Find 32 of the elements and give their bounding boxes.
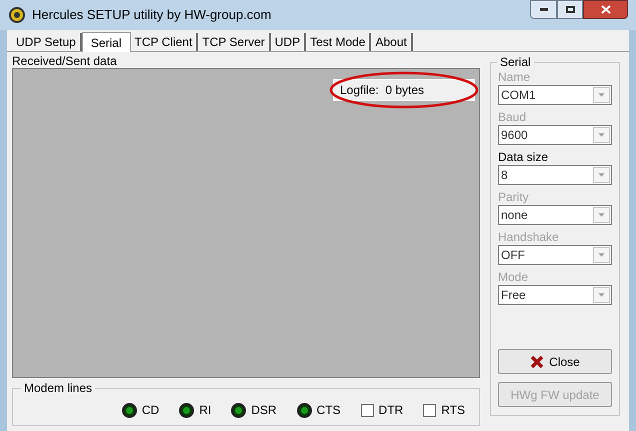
field-label: Parity — [498, 189, 530, 205]
field-label: Mode — [498, 269, 530, 285]
field-label: Handshake — [498, 229, 560, 245]
led-indicator-icon — [179, 402, 194, 418]
line-label: DTR — [378, 402, 404, 419]
minimize-button[interactable] — [530, 0, 557, 19]
x-icon — [530, 354, 544, 368]
line-label: CD — [142, 402, 160, 419]
tab[interactable]: Serial — [82, 32, 130, 52]
field-label: Baud — [498, 109, 528, 125]
dropdown[interactable]: 8 — [498, 165, 612, 185]
hercules-logo-icon — [8, 6, 26, 24]
group-label: Serial — [497, 55, 534, 69]
panel-label: Received/Sent data — [12, 54, 118, 68]
line-label: DSR — [251, 402, 277, 419]
window-title: Hercules SETUP utility by HW-group.com — [32, 6, 272, 24]
logfile-label: Logfile: 0 bytes — [333, 79, 475, 101]
close-icon — [600, 5, 610, 14]
field-label: Name — [498, 69, 532, 85]
line-label: RI — [199, 402, 212, 419]
maximize-button[interactable] — [557, 0, 583, 19]
checkbox[interactable] — [423, 404, 436, 416]
led-indicator-icon — [296, 402, 312, 418]
close-button[interactable]: Close — [498, 349, 612, 374]
close-window-button[interactable] — [583, 0, 628, 19]
led-indicator-icon — [122, 402, 137, 418]
line-label: CTS — [316, 402, 341, 419]
field-label: Data size — [498, 149, 550, 165]
line-label: RTS — [441, 402, 465, 419]
checkbox[interactable] — [360, 404, 374, 416]
group-label: Modem lines — [21, 381, 96, 395]
led-indicator-icon — [231, 402, 246, 418]
